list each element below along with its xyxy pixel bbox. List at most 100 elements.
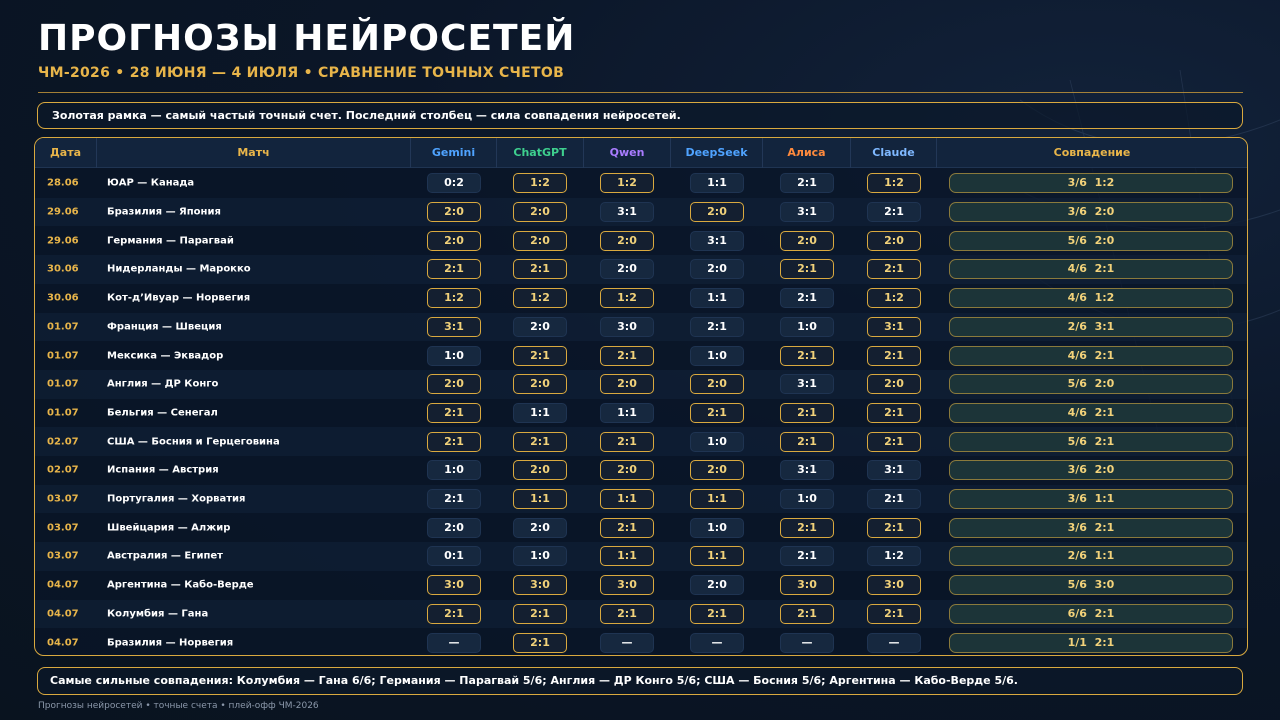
score-claude: 1:2: [867, 173, 921, 194]
match-name: Бразилия — Япония: [107, 206, 221, 218]
match-name: Швейцария — Алжир: [107, 522, 231, 534]
table-row: 01.07 Мексика — Эквадор 1:0 2:1 2:1 1:0 2:1 2:1…: [35, 341, 1247, 370]
agreement-bar: 5/6 2:0: [949, 230, 1233, 251]
score-claude: 2:1: [867, 202, 921, 223]
score-alisa: 2:0: [780, 230, 834, 251]
match-name: Мексика — Эквадор: [107, 350, 224, 362]
match-date: 01.07: [47, 407, 79, 419]
match-name: Кот-д’Ивуар — Норвегия: [107, 292, 251, 304]
score-chatgpt: 1:1: [513, 489, 567, 510]
score-alisa: 2:1: [780, 517, 834, 538]
score-deepseek: 1:1: [690, 173, 744, 194]
match-date: 29.06: [47, 235, 79, 247]
table-row: 03.07 Швейцария — Алжир 2:0 2:0 2:1 1:0 2:1 2:1…: [35, 513, 1247, 542]
table-row: 01.07 Англия — ДР Конго 2:0 2:0 2:0 2:0 3:1 2:0…: [35, 369, 1247, 399]
score-gemini: 3:0: [427, 575, 481, 596]
score-deepseek: 1:0: [690, 431, 744, 452]
table-row: 02.07 Испания — Австрия 1:0 2:0 2:0 2:0 3:1 3:1…: [35, 456, 1247, 485]
table-row: 04.07 Бразилия — Норвегия — 2:1 — — — — 1/1 2:1: [35, 628, 1247, 655]
score-deepseek: 2:0: [690, 202, 744, 223]
score-claude: 2:1: [867, 402, 921, 423]
score-gemini: 2:1: [427, 603, 481, 624]
header-divider: [38, 92, 1243, 93]
table-row: 03.07 Австралия — Египет 0:1 1:0 1:1 1:1 2:1 1:…: [35, 542, 1247, 571]
match-name: Португалия — Хорватия: [107, 493, 246, 505]
score-deepseek: —: [690, 632, 744, 653]
score-claude: 2:1: [867, 431, 921, 452]
score-alisa: 2:1: [780, 402, 834, 423]
score-gemini: 1:0: [427, 460, 481, 481]
agreement-bar: 4/6 2:1: [949, 259, 1233, 280]
score-deepseek: 2:0: [690, 259, 744, 280]
agreement-bar: 5/6 3:0: [949, 575, 1233, 596]
agreement-bar: 1/1 2:1: [949, 632, 1233, 653]
score-deepseek: 2:1: [690, 316, 744, 337]
page-title: ПРОГНОЗЫ НЕЙРОСЕТЕЙ: [38, 18, 576, 59]
score-chatgpt: 2:1: [513, 603, 567, 624]
agreement-bar: 3/6 1:2: [949, 173, 1233, 194]
column-header-gemini: Gemini: [411, 138, 497, 168]
score-claude: 2:0: [867, 230, 921, 251]
score-qwen: 2:1: [600, 603, 654, 624]
score-claude: 2:1: [867, 517, 921, 538]
score-claude: 2:1: [867, 489, 921, 510]
score-chatgpt: 2:1: [513, 345, 567, 366]
score-deepseek: 3:1: [690, 230, 744, 251]
score-qwen: 3:1: [600, 202, 654, 223]
match-name: ЮАР — Канада: [107, 177, 195, 189]
match-name: США — Босния и Герцеговина: [107, 436, 280, 448]
match-date: 02.07: [47, 464, 79, 476]
table-row: 02.07 США — Босния и Герцеговина 2:1 2:1 2:1…: [35, 427, 1247, 456]
match-date: 01.07: [47, 350, 79, 362]
score-alisa: 2:1: [780, 431, 834, 452]
table-row: 01.07 Бельгия — Сенегал 2:1 1:1 1:1 2:1 2:1 2:1…: [35, 399, 1247, 428]
score-qwen: 2:0: [600, 230, 654, 251]
match-date: 04.07: [47, 608, 79, 620]
score-qwen: 1:2: [600, 173, 654, 194]
column-header-chatgpt: ChatGPT: [497, 138, 584, 168]
score-gemini: 2:0: [427, 374, 481, 395]
match-date: 03.07: [47, 493, 79, 505]
score-chatgpt: 2:0: [513, 374, 567, 395]
score-gemini: 2:1: [427, 431, 481, 452]
score-deepseek: 1:0: [690, 517, 744, 538]
match-date: 04.07: [47, 579, 79, 591]
score-chatgpt: 2:0: [513, 202, 567, 223]
legend-note: Золотая рамка — самый частый точный счет…: [37, 102, 1243, 129]
score-qwen: 2:1: [600, 517, 654, 538]
score-gemini: —: [427, 632, 481, 653]
column-header-agreement: Совпадение: [1053, 146, 1131, 159]
score-claude: 2:0: [867, 374, 921, 395]
score-deepseek: 1:1: [690, 546, 744, 567]
score-claude: 1:2: [867, 288, 921, 309]
agreement-bar: 4/6 1:2: [949, 288, 1233, 309]
score-claude: 2:1: [867, 345, 921, 366]
score-qwen: 2:0: [600, 374, 654, 395]
match-date: 03.07: [47, 550, 79, 562]
score-alisa: 2:1: [780, 173, 834, 194]
score-gemini: 0:2: [427, 173, 481, 194]
score-qwen: —: [600, 632, 654, 653]
score-deepseek: 2:0: [690, 460, 744, 481]
score-qwen: 2:0: [600, 259, 654, 280]
score-chatgpt: 2:1: [513, 259, 567, 280]
score-deepseek: 2:1: [690, 603, 744, 624]
score-alisa: 1:0: [780, 316, 834, 337]
score-claude: —: [867, 632, 921, 653]
agreement-bar: 3/6 2:1: [949, 517, 1233, 538]
score-qwen: 1:1: [600, 546, 654, 567]
score-chatgpt: 1:2: [513, 173, 567, 194]
score-deepseek: 1:1: [690, 489, 744, 510]
column-header-claude: Claude: [851, 138, 937, 168]
score-qwen: 2:0: [600, 460, 654, 481]
predictions-table: Дата Матч Gemini ChatGPT Qwen DeepSeek А…: [34, 137, 1248, 656]
match-name: Бразилия — Норвегия: [107, 637, 234, 649]
table-row: 30.06 Кот-д’Ивуар — Норвегия 1:2 1:2 1:2 1:1 2…: [35, 284, 1247, 313]
table-row: 04.07 Аргентина — Кабо-Верде 3:0 3:0 3:0 2:0 3…: [35, 571, 1247, 600]
table-row: 29.06 Бразилия — Япония 2:0 2:0 3:1 2:0 3:1 2:1…: [35, 197, 1247, 227]
footer-caption: Прогнозы нейросетей • точные счета • пле…: [38, 701, 319, 711]
score-claude: 3:0: [867, 575, 921, 596]
score-gemini: 2:1: [427, 259, 481, 280]
score-chatgpt: 3:0: [513, 575, 567, 596]
score-qwen: 3:0: [600, 575, 654, 596]
